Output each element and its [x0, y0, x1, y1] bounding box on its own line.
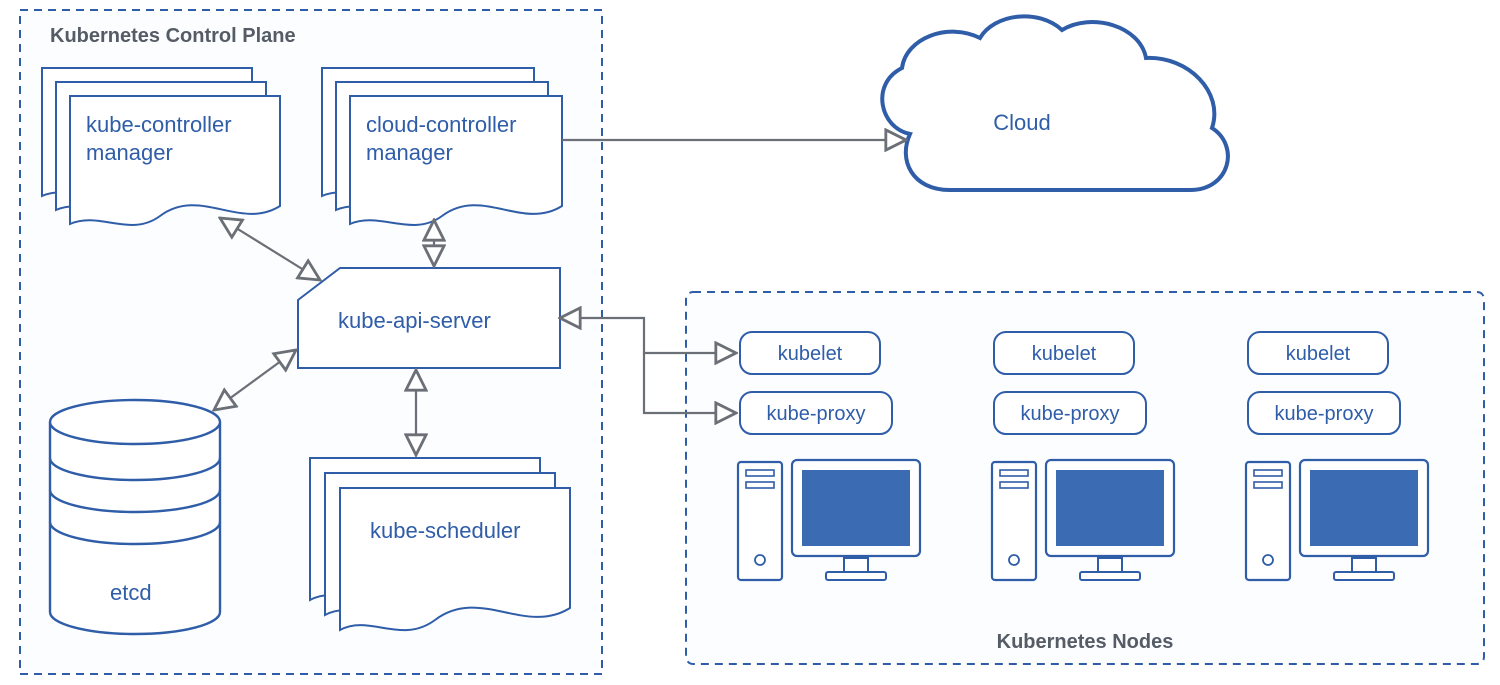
etcd-label: etcd [110, 580, 152, 605]
control-plane-title: Kubernetes Control Plane [50, 25, 296, 47]
kube-api-server-node: kube-api-server [298, 268, 560, 368]
node-2-kubeproxy-label: kube-proxy [1021, 403, 1120, 425]
nodes-panel-title: Kubernetes Nodes [997, 631, 1174, 653]
kube-api-server-label: kube-api-server [338, 308, 491, 333]
kube-controller-manager-node: kube-controller manager [42, 68, 280, 225]
kube-controller-manager-label-1: kube-controller [86, 112, 232, 137]
kube-scheduler-node: kube-scheduler [310, 458, 570, 630]
cloud-controller-manager-label-1: cloud-controller [366, 112, 516, 137]
cloud-controller-manager-label-2: manager [366, 140, 453, 165]
k8s-architecture-diagram: Kubernetes Control Plane kube-controller… [0, 0, 1500, 685]
node-1-kubelet-label: kubelet [778, 343, 843, 365]
etcd-node: etcd [50, 400, 220, 634]
cloud-controller-manager-node: cloud-controller manager [322, 68, 562, 225]
node-2-kubelet-label: kubelet [1032, 343, 1097, 365]
node-3-kubelet-label: kubelet [1286, 343, 1351, 365]
cloud-node: Cloud [882, 16, 1228, 190]
kube-controller-manager-label-2: manager [86, 140, 173, 165]
node-1-kubeproxy-label: kube-proxy [767, 403, 866, 425]
node-3-kubeproxy-label: kube-proxy [1275, 403, 1374, 425]
cloud-label: Cloud [993, 110, 1050, 135]
kube-scheduler-label: kube-scheduler [370, 518, 520, 543]
